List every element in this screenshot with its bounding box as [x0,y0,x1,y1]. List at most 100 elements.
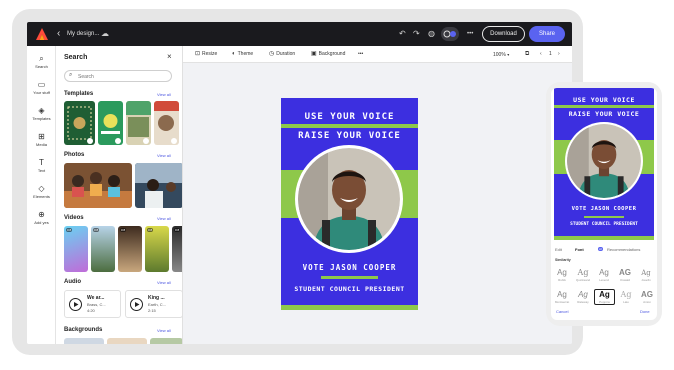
resize-button[interactable]: ⊡ Resize [195,50,217,59]
video-duration-badge: 0:8 [147,228,154,232]
template-thumbnail[interactable] [126,101,151,145]
font-preview: Ag [641,269,651,277]
lightbulb-icon[interactable]: ◍ [428,28,435,40]
font-option[interactable]: Ag Raleway [573,290,593,304]
rail-item-your-stuff[interactable]: ▭ Your stuff [27,80,56,96]
rail-item-media[interactable]: ⊞ Media [27,132,56,148]
close-icon[interactable]: × [167,52,172,61]
left-rail: ⌕ Search ▭ Your stuff ◈ Templates ⊞ Medi… [27,46,56,344]
theme-button[interactable]: ◐ Theme [232,50,253,59]
poster-headline-2[interactable]: RAISE YOUR VOICE [281,131,418,141]
undo-icon[interactable]: ↶ [399,28,406,40]
section-title-videos: Videos [64,215,84,221]
font-option[interactable]: Ag Rubik [552,268,572,282]
rail-item-text[interactable]: T Text [27,158,56,174]
download-button[interactable]: Download [482,26,525,42]
redo-icon[interactable]: ↷ [413,28,420,40]
rail-label: Add yes [34,220,49,225]
view-all-videos[interactable]: View all [157,216,171,221]
ai-badge: AI [598,247,603,251]
font-preview: Ag [599,268,609,277]
font-name: Quicksand [575,278,591,282]
font-option[interactable]: Ag Montserrat [552,290,572,304]
add-collaborator-icon[interactable] [441,27,459,41]
rail-label: Text [37,168,46,173]
video-thumbnail[interactable]: 0:8 [172,226,182,272]
more-options-icon[interactable]: ••• [467,28,473,40]
mini-headline-1: USE YOUR VOICE [573,96,635,104]
video-thumbnail[interactable]: 0:8 [64,226,88,272]
more-tools-button[interactable]: ••• [358,50,363,59]
template-thumbnail[interactable] [64,101,95,145]
play-icon[interactable] [69,298,82,311]
templates-icon: ◈ [38,106,45,115]
background-thumbnail[interactable] [107,338,147,344]
top-bar: ‹ My design... ☁ ↶ ↷ ◍ ••• Download Shar… [27,22,572,46]
cancel-button[interactable]: Cancel [556,309,568,314]
photo-thumbnail[interactable] [64,163,132,208]
pages-icon[interactable]: ⧉ [525,50,529,59]
font-option-selected[interactable]: Ag Poppins [594,289,615,305]
poster-headline-1[interactable]: USE YOUR VOICE [281,112,418,122]
template-thumbnail[interactable] [154,101,179,145]
video-thumbnail[interactable]: 0:8 [145,226,169,272]
view-all-audio[interactable]: View all [157,280,171,285]
prev-page-icon[interactable]: ‹ [540,50,542,59]
poster-canvas[interactable]: USE YOUR VOICE RAISE YOUR VOICE VOTE JAS… [281,98,418,310]
done-button[interactable]: Done [640,309,650,314]
template-thumbnail[interactable] [98,101,123,145]
share-button[interactable]: Share [529,26,565,42]
font-name: Rubik [558,278,566,282]
play-icon[interactable] [130,298,143,311]
poster-subtitle[interactable]: STUDENT COUNCIL PRESIDENT [281,285,418,293]
tab-font[interactable]: Font [575,247,584,252]
video-thumbnail[interactable]: 0:8 [118,226,142,272]
mini-poster[interactable]: USE YOUR VOICE RAISE YOUR VOICE VOTE JAS… [554,88,654,240]
section-title-photos: Photos [64,152,85,158]
view-all-backgrounds[interactable]: View all [157,328,171,333]
rail-item-elements[interactable]: ◇ Elements [27,184,56,200]
background-thumbnail[interactable] [150,338,182,344]
next-page-icon[interactable]: › [558,50,560,59]
app-logo-icon[interactable] [35,27,49,41]
audio-artist: Brass, C... [87,302,106,307]
view-all-templates[interactable]: View all [157,92,171,97]
background-thumbnail[interactable] [64,338,104,344]
rail-label: Templates [32,116,51,121]
section-title-backgrounds: Backgrounds [64,327,103,333]
rail-item-add[interactable]: ⊕ Add yes [27,210,56,226]
video-duration-badge: 0:8 [120,228,127,232]
duration-button[interactable]: ◷ Duration [269,50,295,59]
font-option[interactable]: Ag Josefin [636,268,656,282]
font-option[interactable]: Ag Quicksand [573,268,593,282]
chevron-down-icon: ▾ [507,52,510,57]
search-icon: ⌕ [69,72,73,78]
candidate-photo[interactable] [295,145,403,253]
elements-icon: ◇ [38,184,45,193]
video-duration-badge: 0:8 [174,228,181,232]
rail-item-templates[interactable]: ◈ Templates [27,106,56,122]
font-option[interactable]: AG Anton [637,290,657,304]
audio-card[interactable]: We ar... Brass, C... 4:20 [64,290,121,318]
audio-title: We ar... [87,295,105,301]
back-icon[interactable]: ‹ [57,27,60,41]
view-all-photos[interactable]: View all [157,153,171,158]
search-input[interactable] [78,72,168,81]
document-title[interactable]: My design... [67,27,99,41]
tab-recommendations[interactable]: Recommendations [607,247,640,252]
rail-label: Your stuff [33,90,50,95]
section-title-audio: Audio [64,279,81,285]
font-option[interactable]: Ag Lato [616,290,636,304]
video-thumbnail[interactable]: 0:8 [91,226,115,272]
font-option[interactable]: Ag Lexend [594,268,614,282]
photo-thumbnail[interactable] [135,163,182,208]
font-preview: Ag [578,290,588,299]
rail-item-search[interactable]: ⌕ Search [27,54,56,70]
font-option[interactable]: AG Oswald [615,268,635,282]
audio-card[interactable]: King ... Earth, C... 2:15 [125,290,182,318]
zoom-select[interactable]: 100% ▾ [493,50,509,60]
search-field[interactable]: ⌕ [64,70,172,82]
poster-candidate-name[interactable]: VOTE JASON COOPER [281,263,418,272]
tab-edit[interactable]: Edit [555,247,562,252]
background-button[interactable]: ▣ Background [311,50,345,59]
